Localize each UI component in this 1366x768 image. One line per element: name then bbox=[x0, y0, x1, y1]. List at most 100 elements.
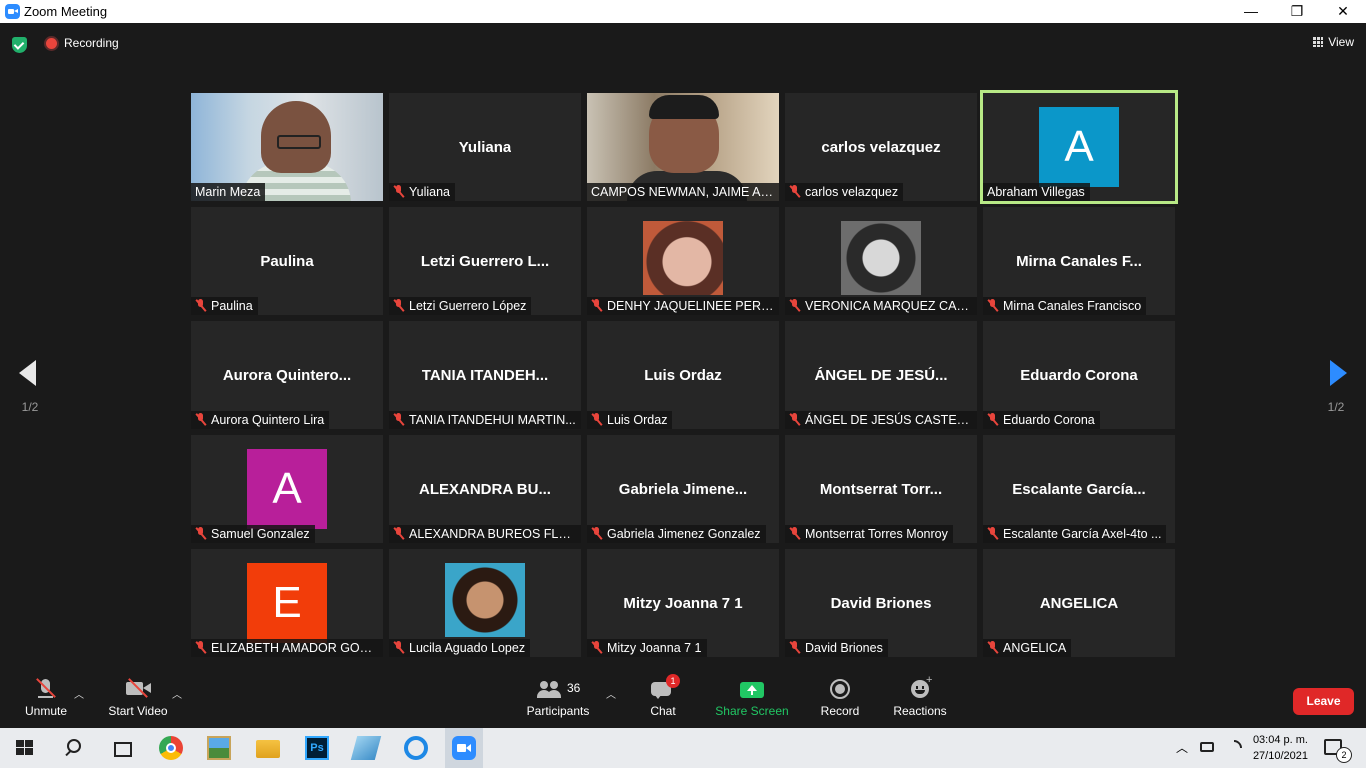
participant-tile[interactable]: Mirna Canales F... Mirna Canales Francisc… bbox=[983, 207, 1175, 315]
participant-tile[interactable]: Aurora Quintero... Aurora Quintero Lira bbox=[191, 321, 383, 429]
window-title: Zoom Meeting bbox=[24, 4, 108, 19]
participant-tile[interactable]: Mitzy Joanna 7 1 Mitzy Joanna 7 1 bbox=[587, 549, 779, 657]
participant-tile[interactable]: Escalante García... Escalante García Axel… bbox=[983, 435, 1175, 543]
participant-name-label: Lucila Aguado Lopez bbox=[389, 639, 531, 657]
photoshop-icon[interactable]: Ps bbox=[305, 736, 329, 760]
participant-tile[interactable]: TANIA ITANDEH... TANIA ITANDEHUI MARTIN..… bbox=[389, 321, 581, 429]
participant-tile[interactable]: VERONICA MARQUEZ CAR... bbox=[785, 207, 977, 315]
participant-tile[interactable]: Montserrat Torr... Montserrat Torres Monr… bbox=[785, 435, 977, 543]
notes-icon[interactable] bbox=[350, 736, 382, 760]
task-view-icon[interactable] bbox=[110, 736, 134, 760]
participant-tile[interactable]: ALEXANDRA BU... ALEXANDRA BUREOS FLOR... bbox=[389, 435, 581, 543]
muted-mic-icon bbox=[987, 641, 999, 654]
chrome-icon[interactable] bbox=[159, 736, 183, 760]
record-button[interactable]: Record bbox=[816, 678, 864, 718]
participant-tile[interactable]: Paulina Paulina bbox=[191, 207, 383, 315]
muted-mic-icon bbox=[393, 413, 405, 426]
participant-tile[interactable]: Eduardo Corona Eduardo Corona bbox=[983, 321, 1175, 429]
unmute-label: Unmute bbox=[24, 704, 68, 718]
participant-name-label: ANGELICA bbox=[983, 639, 1072, 657]
participant-name-label: Escalante García Axel-4to ... bbox=[983, 525, 1167, 543]
chat-label: Chat bbox=[650, 704, 676, 718]
battery-icon[interactable] bbox=[1200, 742, 1214, 752]
maximize-button[interactable]: ❐ bbox=[1274, 0, 1320, 23]
prev-page-button[interactable]: 1/2 bbox=[0, 335, 60, 435]
muted-mic-icon bbox=[393, 185, 405, 198]
reactions-smiley-icon: + bbox=[905, 674, 935, 700]
view-button[interactable]: View bbox=[1313, 35, 1354, 49]
muted-mic-icon bbox=[987, 527, 999, 540]
zoom-taskbar-button[interactable] bbox=[445, 728, 483, 768]
muted-mic-icon bbox=[987, 413, 999, 426]
muted-mic-icon bbox=[195, 641, 207, 654]
muted-mic-icon bbox=[789, 413, 801, 426]
muted-mic-icon bbox=[393, 299, 405, 312]
participant-tile[interactable]: A Abraham Villegas bbox=[980, 90, 1178, 204]
participant-tile[interactable]: CAMPOS NEWMAN, JAIME AL... bbox=[587, 93, 779, 201]
start-video-label: Start Video bbox=[108, 704, 168, 718]
participant-name-label: Montserrat Torres Monroy bbox=[785, 525, 953, 543]
participant-tile[interactable]: carlos velazquez carlos velazquez bbox=[785, 93, 977, 201]
arrow-right-icon bbox=[1330, 360, 1347, 386]
participant-tile[interactable]: E ELIZABETH AMADOR GON... bbox=[191, 549, 383, 657]
participant-name-label: David Briones bbox=[785, 639, 888, 657]
participant-tile[interactable]: Letzi Guerrero L... Letzi Guerrero López bbox=[389, 207, 581, 315]
participants-button[interactable]: 36 Participants bbox=[524, 678, 592, 718]
participant-name-label: Yuliana bbox=[389, 183, 456, 201]
chat-button[interactable]: 1 Chat bbox=[640, 674, 686, 718]
participant-tile[interactable]: Marin Meza bbox=[191, 93, 383, 201]
minimize-button[interactable]: — bbox=[1228, 0, 1274, 23]
arrow-left-icon bbox=[19, 360, 36, 386]
tray-chevron-up-icon[interactable]: ︿ bbox=[1176, 739, 1188, 756]
next-page-button[interactable]: 1/2 bbox=[1306, 335, 1366, 435]
participant-tile[interactable]: DENHY JAQUELINEE PEREZ... bbox=[587, 207, 779, 315]
photos-icon[interactable] bbox=[207, 736, 231, 760]
search-icon[interactable] bbox=[62, 736, 86, 760]
grid-icon bbox=[1313, 37, 1324, 47]
muted-mic-icon bbox=[789, 299, 801, 312]
edge-icon[interactable] bbox=[404, 736, 428, 760]
file-explorer-icon[interactable] bbox=[256, 740, 280, 758]
wifi-icon[interactable] bbox=[1222, 736, 1246, 760]
leave-button[interactable]: Leave bbox=[1293, 688, 1354, 715]
security-shield-icon[interactable] bbox=[12, 37, 27, 53]
muted-mic-icon bbox=[591, 641, 603, 654]
windows-start-icon[interactable] bbox=[14, 736, 38, 760]
participant-name-label: DENHY JAQUELINEE PEREZ... bbox=[587, 297, 779, 315]
share-screen-label: Share Screen bbox=[715, 704, 789, 718]
participant-profile-photo bbox=[445, 563, 525, 637]
unmute-button[interactable]: Unmute bbox=[18, 678, 74, 718]
muted-mic-icon bbox=[591, 527, 603, 540]
muted-mic-icon bbox=[393, 527, 405, 540]
close-button[interactable]: ✕ bbox=[1320, 0, 1366, 23]
participant-tile[interactable]: ANGELICA ANGELICA bbox=[983, 549, 1175, 657]
start-video-button[interactable]: Start Video bbox=[104, 678, 172, 718]
participant-name-label: Mitzy Joanna 7 1 bbox=[587, 639, 707, 657]
muted-mic-icon bbox=[789, 641, 801, 654]
participant-tile[interactable]: David Briones David Briones bbox=[785, 549, 977, 657]
participant-name-label: Paulina bbox=[191, 297, 258, 315]
participant-tile[interactable]: Gabriela Jimene... Gabriela Jimenez Gonza… bbox=[587, 435, 779, 543]
participant-tile[interactable]: Lucila Aguado Lopez bbox=[389, 549, 581, 657]
participant-name-label: ELIZABETH AMADOR GON... bbox=[191, 639, 383, 657]
reactions-label: Reactions bbox=[893, 704, 947, 718]
participant-tile[interactable]: ÁNGEL DE JESÚ... ÁNGEL DE JESÚS CASTELÁ..… bbox=[785, 321, 977, 429]
participant-name-label: VERONICA MARQUEZ CAR... bbox=[785, 297, 977, 315]
participant-name-label: Mirna Canales Francisco bbox=[983, 297, 1147, 315]
muted-mic-icon bbox=[591, 299, 603, 312]
participant-name-label: Letzi Guerrero López bbox=[389, 297, 532, 315]
video-options-caret-icon[interactable]: ︿ bbox=[172, 686, 182, 701]
participant-tile[interactable]: Luis Ordaz Luis Ordaz bbox=[587, 321, 779, 429]
recording-dot-icon bbox=[46, 38, 57, 49]
share-screen-button[interactable]: Share Screen bbox=[714, 678, 790, 718]
reactions-button[interactable]: + Reactions bbox=[890, 674, 950, 718]
taskbar-clock[interactable]: 03:04 p. m. 27/10/2021 bbox=[1253, 732, 1308, 764]
notification-center-icon[interactable]: 2 bbox=[1324, 739, 1352, 763]
participant-name-label: Abraham Villegas bbox=[983, 183, 1090, 201]
audio-options-caret-icon[interactable]: ︿ bbox=[74, 686, 84, 701]
recording-label[interactable]: Recording bbox=[64, 36, 119, 50]
participants-caret-icon[interactable]: ︿ bbox=[606, 686, 616, 701]
view-label: View bbox=[1328, 35, 1354, 49]
participant-tile[interactable]: Yuliana Yuliana bbox=[389, 93, 581, 201]
participant-tile[interactable]: A Samuel Gonzalez bbox=[191, 435, 383, 543]
